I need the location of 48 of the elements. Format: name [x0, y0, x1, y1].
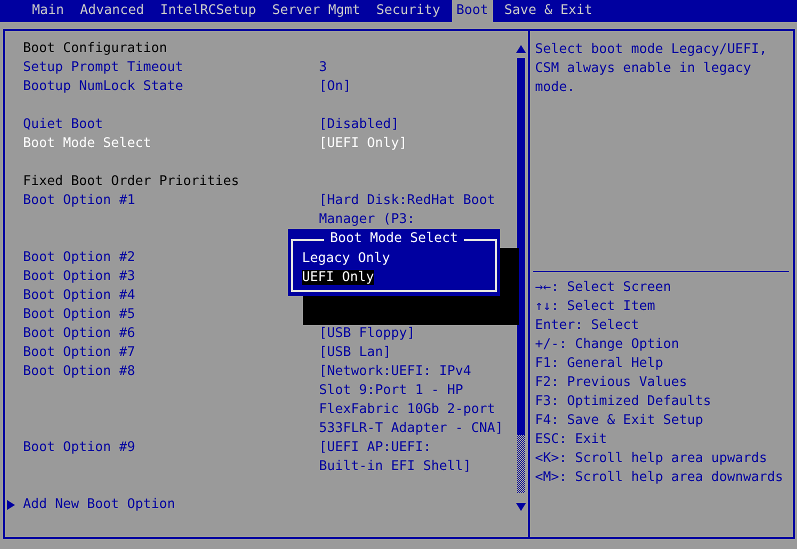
setting-label[interactable]: Quiet Boot	[23, 115, 104, 134]
setting-label[interactable]: Boot Option #6	[23, 324, 136, 343]
setting-label[interactable]: Bootup NumLock State	[23, 77, 184, 96]
setting-value: [USB Floppy]	[319, 325, 416, 343]
setting-value: [Network:UEFI: IPv4 Slot 9:Port 1 - HP FlexFabric 10Gb 2-port 533FLR-T Adapter - CNA]	[319, 363, 504, 438]
menu-tab[interactable]: Server Mgmt	[268, 0, 365, 22]
section-heading: Boot Configuration	[23, 40, 168, 58]
setting-value: [UEFI Only]	[319, 135, 408, 153]
menu-tab[interactable]: Save & Exit	[500, 0, 597, 22]
menu-tab[interactable]: Main	[28, 0, 69, 22]
key-hint: →←: Select Screen	[535, 279, 672, 297]
key-hint: F4: Save & Exit Setup	[535, 412, 704, 430]
setting-label[interactable]: Boot Option #9	[23, 438, 136, 457]
setting-value: [UEFI AP:UEFI: Built-in EFI Shell]	[319, 439, 472, 476]
setting-value: [Hard Disk:RedHat Boot Manager (P3:	[319, 192, 496, 229]
submenu-link[interactable]: Add New Boot Option	[23, 495, 176, 514]
key-hint: +/-: Change Option	[535, 336, 680, 354]
setting-label[interactable]: Setup Prompt Timeout	[23, 58, 184, 77]
menu-tab[interactable]: Advanced	[76, 0, 149, 22]
key-hint: <M>: Scroll help area downwards	[535, 469, 784, 487]
setting-label[interactable]: Boot Option #3	[23, 267, 136, 286]
setting-value: [On]	[319, 78, 352, 96]
setting-value: 3	[319, 59, 328, 77]
triangle-icon	[7, 500, 15, 510]
key-hint: ↑↓: Select Item	[535, 298, 656, 316]
setting-label[interactable]: Boot Option #8	[23, 362, 136, 381]
menu-tab[interactable]: Security	[372, 0, 445, 22]
key-hint: <K>: Scroll help area upwards	[535, 450, 768, 468]
setting-label[interactable]: Boot Option #1	[23, 191, 136, 210]
key-hint: ESC: Exit	[535, 431, 608, 449]
setting-label[interactable]: Boot Option #4	[23, 286, 136, 305]
section-heading: Fixed Boot Order Priorities	[23, 173, 240, 191]
setting-label[interactable]: Boot Option #5	[23, 305, 136, 324]
setting-value: [Disabled]	[319, 116, 400, 134]
setting-label[interactable]: Boot Option #7	[23, 343, 136, 362]
key-hint: F2: Previous Values	[535, 374, 688, 392]
popup-option[interactable]: UEFI Only	[302, 270, 374, 285]
key-hint: Enter: Select	[535, 317, 640, 335]
menu-tab[interactable]: Boot	[452, 0, 493, 22]
popup-option[interactable]: Legacy Only	[302, 251, 390, 266]
menu-tab[interactable]: IntelRCSetup	[156, 0, 261, 22]
key-hint: F3: Optimized Defaults	[535, 393, 712, 411]
help-text: Select boot mode Legacy/UEFI, CSM always enable in legacy mode.	[535, 41, 768, 97]
setting-label[interactable]: Boot Option #2	[23, 248, 136, 267]
setting-value: [USB Lan]	[319, 344, 392, 362]
setting-label[interactable]: Boot Mode Select	[23, 134, 152, 153]
key-hint: F1: General Help	[535, 355, 664, 373]
scrollbar[interactable]	[516, 45, 526, 511]
